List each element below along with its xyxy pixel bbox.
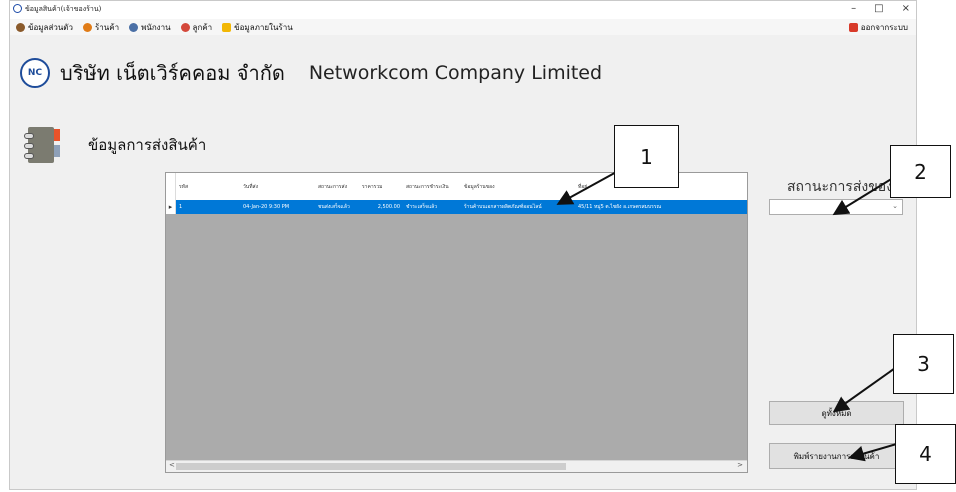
logout-button[interactable]: ออกจากระบบ xyxy=(848,21,908,34)
table-cell[interactable]: 2,500.00 xyxy=(359,200,403,214)
menu-item-customer[interactable]: ลูกค้า xyxy=(180,21,213,34)
shop-icon xyxy=(82,22,92,32)
table-cell[interactable]: 45/11 หมู่5 ต.ไชยัง อ.เกษตรสมบรรณ xyxy=(575,200,745,214)
app-icon xyxy=(13,4,22,13)
column-header[interactable]: ข้อมูลร้านของ xyxy=(461,173,575,200)
company-name-en: Networkcom Company Limited xyxy=(308,62,603,84)
table-row[interactable]: ▸ 1 04-Jan-20 9:30 PM ชนส่งเสร็จแล้ว 2,5… xyxy=(166,200,747,214)
print-report-button[interactable]: พิมพ์รายงานการส่งสินค้า xyxy=(769,443,904,469)
staff-icon xyxy=(129,22,139,32)
menu-item-shop[interactable]: ร้านค้า xyxy=(82,21,120,34)
column-header[interactable]: วันที่ส่ง xyxy=(240,173,315,200)
column-header[interactable]: สถานะการส่ง xyxy=(315,173,359,200)
row-header-corner xyxy=(166,173,176,200)
callout-4: 4 xyxy=(895,424,956,484)
customer-icon xyxy=(180,22,190,32)
company-header: NC บริษัท เน็ตเวิร์คคอม จำกัด Networkcom… xyxy=(20,57,602,89)
column-header[interactable]: ราคารวม xyxy=(359,173,403,200)
table-cell[interactable]: ชนส่งเสร็จแล้ว xyxy=(315,200,359,214)
company-logo: NC xyxy=(20,58,50,88)
folder-icon xyxy=(222,22,232,32)
company-name-th: บริษัท เน็ตเวิร์คคอม จำกัด xyxy=(60,61,285,85)
column-header[interactable]: รหัส xyxy=(176,173,240,200)
section-header: ข้อมูลการส่งสินค้า xyxy=(22,125,206,165)
shipping-table[interactable]: รหัส วันที่ส่ง สถานะการส่ง ราคารวม สถานะ… xyxy=(165,172,748,473)
callout-2: 2 xyxy=(890,145,951,198)
menu-item-profile[interactable]: ข้อมูลส่วนตัว xyxy=(16,21,73,34)
menu-item-label: ร้านค้า xyxy=(94,22,120,32)
table-cell[interactable]: 1 xyxy=(176,200,240,214)
menu-bar: ข้อมูลส่วนตัว ร้านค้า พนักงาน ลูกค้า ข้อ… xyxy=(10,19,916,35)
logout-icon xyxy=(848,23,858,32)
logout-label: ออกจากระบบ xyxy=(860,23,908,32)
user-icon xyxy=(16,22,25,32)
notebook-icon xyxy=(22,125,62,165)
menu-item-label: ข้อมูลภายในร้าน xyxy=(234,22,293,32)
horizontal-scrollbar[interactable]: < > xyxy=(166,460,747,472)
table-cell[interactable]: ร้านค้าบนเอกสารผลิตภัณฑ์ออนไลน์ xyxy=(461,200,575,214)
status-dropdown[interactable]: ⌄ xyxy=(769,199,903,215)
minimize-button[interactable]: – xyxy=(851,3,856,14)
title-bar: ข้อมูลสินค้า(เจ้าของร้าน) – □ × xyxy=(10,1,916,19)
menu-item-label: ลูกค้า xyxy=(192,22,213,32)
window-title: ข้อมูลสินค้า(เจ้าของร้าน) xyxy=(25,5,102,13)
menu-item-label: พนักงาน xyxy=(141,22,171,32)
status-label: สถานะการส่งของ xyxy=(787,179,894,195)
view-all-button[interactable]: ดูทั้งหมด xyxy=(769,401,904,425)
table-cell[interactable]: ชำระเสร็จแล้ว xyxy=(403,200,461,214)
callout-3: 3 xyxy=(893,334,954,394)
menu-item-staff[interactable]: พนักงาน xyxy=(129,21,171,34)
section-title: ข้อมูลการส่งสินค้า xyxy=(88,136,207,154)
chevron-down-icon: ⌄ xyxy=(892,202,898,210)
scroll-thumb[interactable] xyxy=(176,463,566,470)
row-selector-icon[interactable]: ▸ xyxy=(166,200,176,214)
maximize-button[interactable]: □ xyxy=(874,3,883,14)
callout-1: 1 xyxy=(614,125,679,188)
column-header[interactable]: สถานะการชำระเงิน xyxy=(403,173,461,200)
menu-item-label: ข้อมูลส่วนตัว xyxy=(28,22,73,32)
menu-item-store-data[interactable]: ข้อมูลภายในร้าน xyxy=(222,21,293,34)
table-cell[interactable]: 04-Jan-20 9:30 PM xyxy=(240,200,315,214)
close-button[interactable]: × xyxy=(902,3,910,14)
scroll-right-icon[interactable]: > xyxy=(737,461,743,469)
scroll-left-icon[interactable]: < xyxy=(169,461,175,469)
